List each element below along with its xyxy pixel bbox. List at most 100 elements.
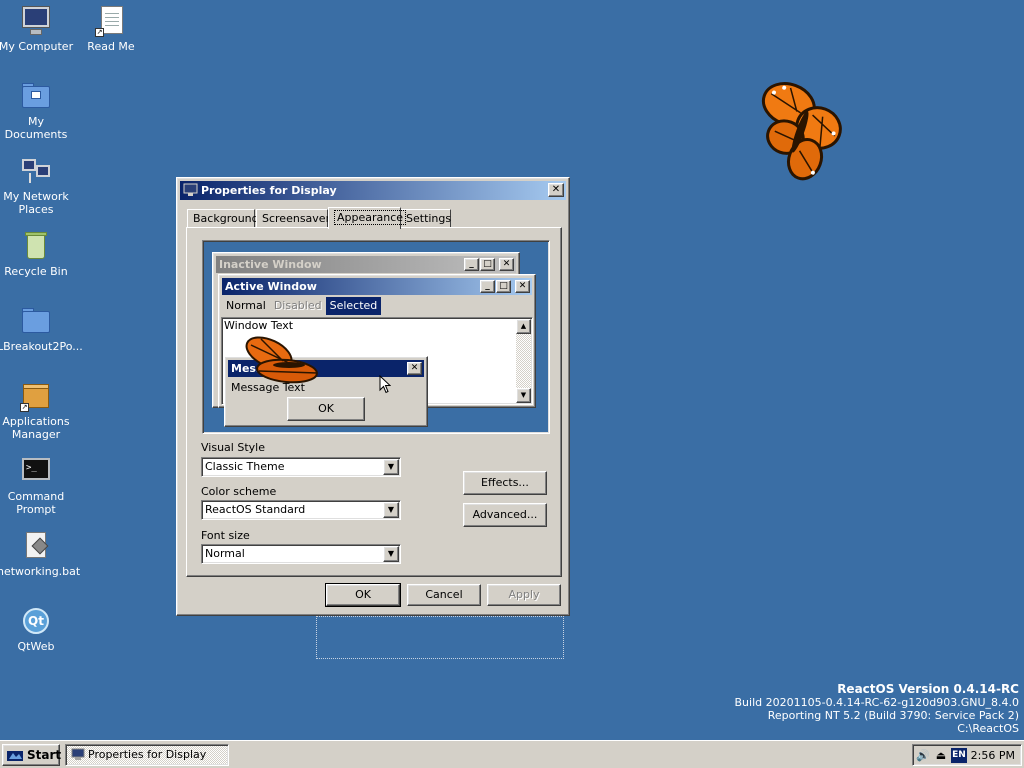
preview-window-text: Window Text — [224, 319, 294, 332]
version-build: Build 20201105-0.4.14-RC-62-g120d903.GNU… — [734, 696, 1019, 709]
preview-active-titlebar: Active Window _ □ ✕ — [222, 278, 532, 295]
desktop-icon-read-me[interactable]: ↗ Read Me — [71, 5, 151, 53]
tab-screensaver[interactable]: Screensaver — [256, 209, 331, 228]
desktop-icon-label: My Network Places — [3, 190, 69, 216]
desktop-icon-label: QtWeb — [17, 640, 55, 653]
butterfly-overlay-image — [245, 336, 318, 384]
appearance-panel: Inactive Window _ □ ✕ Active Window _ □ … — [186, 227, 562, 577]
visual-style-select[interactable]: Classic Theme ▼ — [201, 457, 401, 477]
minimize-icon: _ — [480, 280, 495, 293]
desktop-icon-label: LBreakout2Po... — [0, 340, 83, 353]
close-icon: ✕ — [499, 258, 514, 271]
tab-label: Screensaver — [262, 212, 331, 225]
font-size-label: Font size — [201, 529, 250, 542]
close-button[interactable]: ✕ — [548, 183, 564, 197]
preview-ok-button: OK — [287, 397, 365, 421]
close-icon: ✕ — [551, 184, 561, 195]
minimize-icon: _ — [464, 258, 479, 271]
advanced-label: Advanced... — [472, 508, 538, 521]
preview-menu-bar: Normal Disabled Selected — [222, 297, 382, 315]
desktop-icon-label: Read Me — [87, 40, 135, 53]
preview-inactive-titlebar: Inactive Window _ □ ✕ — [216, 256, 516, 273]
chevron-down-icon[interactable]: ▼ — [383, 459, 399, 475]
desktop-icon-label: Applications Manager — [2, 415, 70, 441]
batch-file-icon — [20, 530, 52, 562]
desktop-icon-networking-bat[interactable]: networking.bat — [0, 530, 80, 578]
start-logo-icon — [7, 751, 23, 761]
visual-style-label: Visual Style — [201, 441, 265, 454]
color-scheme-value: ReactOS Standard — [205, 503, 306, 516]
effects-button[interactable]: Effects... — [463, 471, 547, 495]
documents-folder-icon — [20, 80, 52, 112]
desktop-icon-command-prompt[interactable]: >_ Command Prompt — [0, 455, 76, 516]
apply-label: Apply — [508, 588, 540, 601]
tab-label: Appearance — [334, 210, 407, 225]
system-tray: 🔊 ⏏ EN 2:56 PM — [912, 744, 1022, 766]
recycle-bin-icon — [20, 230, 52, 262]
ok-label: OK — [355, 588, 371, 601]
maximize-icon: □ — [496, 280, 511, 293]
version-reporting: Reporting NT 5.2 (Build 3790: Service Pa… — [767, 709, 1019, 722]
version-title: ReactOS Version 0.4.14-RC — [837, 682, 1019, 696]
version-path: C:\ReactOS — [957, 722, 1019, 735]
volume-icon[interactable]: 🔊 — [915, 748, 931, 764]
package-icon: ↗ — [20, 380, 52, 412]
desktop-icon-lbreakout[interactable]: LBreakout2Po... — [0, 305, 83, 353]
desktop-icon-qtweb[interactable]: Qt QtWeb — [0, 605, 76, 653]
folder-icon — [20, 305, 52, 337]
appearance-preview: Inactive Window _ □ ✕ Active Window _ □ … — [202, 240, 550, 434]
desktop-icon-label: My Documents — [4, 115, 68, 141]
cancel-label: Cancel — [425, 588, 463, 601]
tab-appearance[interactable]: Appearance — [328, 207, 407, 229]
network-icon — [20, 155, 52, 187]
maximize-icon: □ — [480, 258, 495, 271]
desktop-icon-label: Command Prompt — [7, 490, 65, 516]
tab-background[interactable]: Background — [187, 209, 259, 228]
tab-label: Settings — [406, 212, 452, 225]
taskbar-item-label: Properties for Display — [88, 748, 207, 761]
computer-icon — [20, 5, 52, 37]
desktop-icon-label: My Computer — [0, 40, 74, 53]
font-size-value: Normal — [205, 547, 245, 560]
safely-remove-icon[interactable]: ⏏ — [933, 748, 949, 764]
tab-settings[interactable]: Settings — [400, 209, 451, 228]
visual-style-value: Classic Theme — [205, 460, 285, 473]
font-size-select[interactable]: Normal ▼ — [201, 544, 401, 564]
cancel-button[interactable]: Cancel — [407, 584, 481, 606]
effects-label: Effects... — [481, 476, 529, 489]
ok-button[interactable]: OK — [325, 583, 401, 607]
terminal-icon: >_ — [20, 455, 52, 487]
language-indicator[interactable]: EN — [951, 748, 967, 763]
desktop-icon-applications-manager[interactable]: ↗ Applications Manager — [0, 380, 76, 441]
document-icon: ↗ — [95, 5, 127, 37]
chevron-down-icon[interactable]: ▼ — [383, 502, 399, 518]
close-icon: ✕ — [407, 362, 422, 375]
scroll-up-icon: ▲ — [516, 319, 531, 334]
taskbar-item-display-properties[interactable]: Properties for Display — [65, 744, 229, 766]
preview-inactive-title: Inactive Window — [219, 258, 322, 271]
preview-menu-disabled: Disabled — [273, 299, 322, 312]
desktop-icon-my-documents[interactable]: My Documents — [0, 80, 76, 141]
chevron-down-icon[interactable]: ▼ — [383, 546, 399, 562]
desktop-icon-network-places[interactable]: My Network Places — [0, 155, 76, 216]
advanced-button[interactable]: Advanced... — [463, 503, 547, 527]
preview-ok-label: OK — [318, 402, 334, 415]
desktop-icon-label: Recycle Bin — [4, 265, 68, 278]
color-scheme-select[interactable]: ReactOS Standard ▼ — [201, 500, 401, 520]
apply-button[interactable]: Apply — [487, 584, 561, 606]
dialog-title: Properties for Display — [201, 184, 337, 197]
clock[interactable]: 2:56 PM — [971, 745, 1015, 766]
desktop-icon-recycle-bin[interactable]: Recycle Bin — [0, 230, 76, 278]
display-properties-dialog[interactable]: Properties for Display ✕ Background Scre… — [176, 177, 570, 616]
preview-menu-normal: Normal — [226, 299, 266, 312]
start-button[interactable]: Start — [2, 744, 61, 766]
dialog-titlebar[interactable]: Properties for Display ✕ — [180, 181, 566, 200]
display-icon — [183, 183, 198, 196]
close-icon: ✕ — [515, 280, 530, 293]
desktop-icon-my-computer[interactable]: My Computer — [0, 5, 76, 53]
display-icon — [71, 748, 85, 760]
tab-label: Background — [193, 212, 259, 225]
preview-active-title: Active Window — [225, 280, 317, 293]
taskbar: Start Properties for Display 🔊 ⏏ EN 2:56… — [0, 740, 1024, 768]
butterfly-screensaver-image — [761, 82, 842, 181]
